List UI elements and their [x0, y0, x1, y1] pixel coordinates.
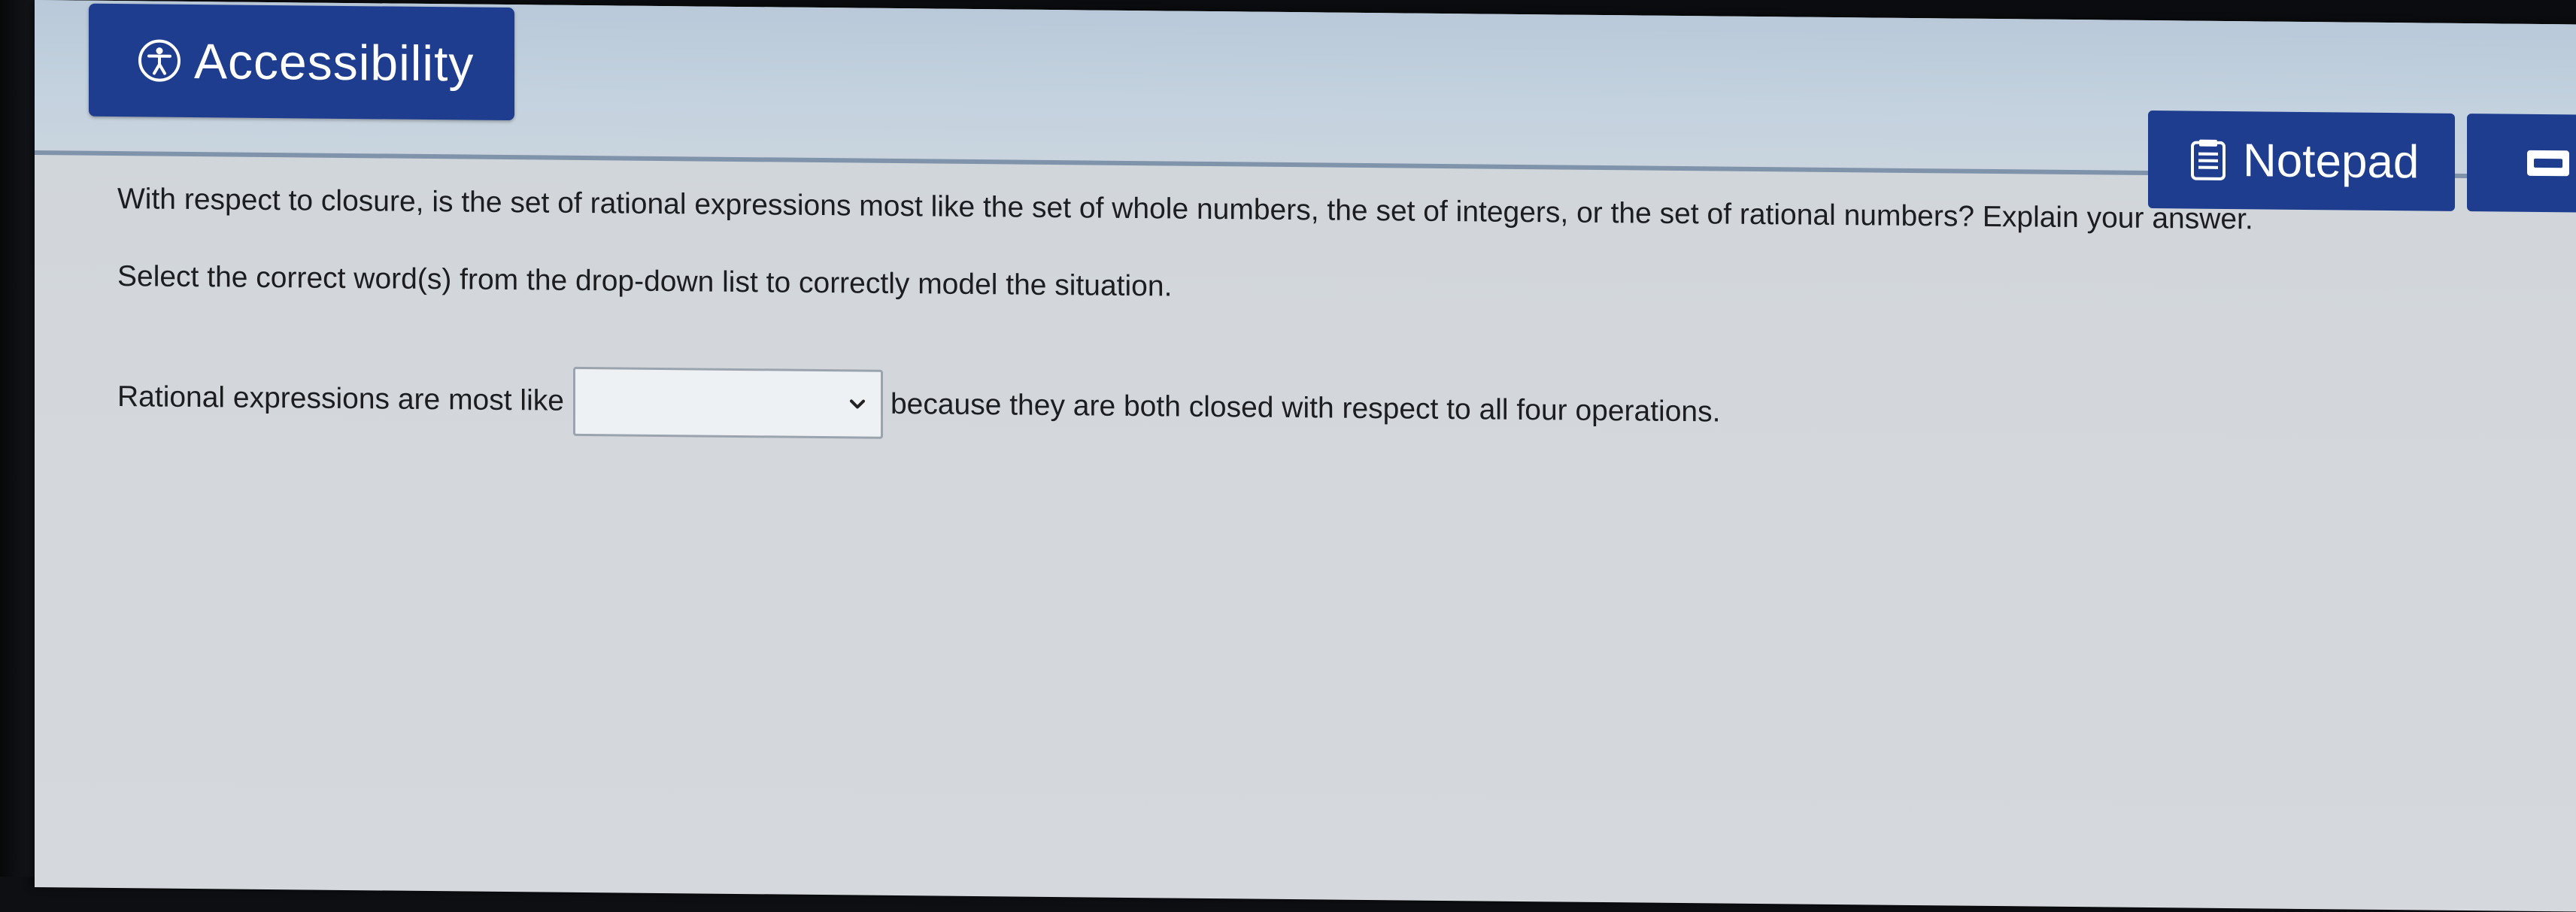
line-reader-button[interactable]: L — [2467, 114, 2576, 213]
accessibility-icon — [135, 36, 184, 85]
answer-suffix: because they are both closed with respec… — [890, 387, 1721, 429]
notepad-icon — [2187, 137, 2229, 183]
accessibility-label: Accessibility — [194, 33, 475, 92]
line-reader-icon — [2527, 150, 2569, 177]
answer-prefix: Rational expressions are most like — [117, 380, 564, 417]
question-area: With respect to closure, is the set of r… — [117, 181, 2562, 455]
question-instruction: Select the correct word(s) from the drop… — [117, 260, 1173, 303]
answer-dropdown[interactable] — [572, 366, 883, 439]
notepad-button[interactable]: Notepad — [2148, 110, 2455, 211]
accessibility-button[interactable]: Accessibility — [89, 3, 514, 121]
screen: Accessibility Notepad L With respect to … — [35, 0, 2576, 912]
toolbar: Accessibility Notepad L — [35, 0, 2576, 213]
notepad-label: Notepad — [2243, 134, 2420, 188]
chevron-down-icon — [849, 399, 865, 409]
answer-sentence: Rational expressions are most like becau… — [117, 362, 2562, 455]
monitor-bezel-left — [0, 0, 38, 877]
